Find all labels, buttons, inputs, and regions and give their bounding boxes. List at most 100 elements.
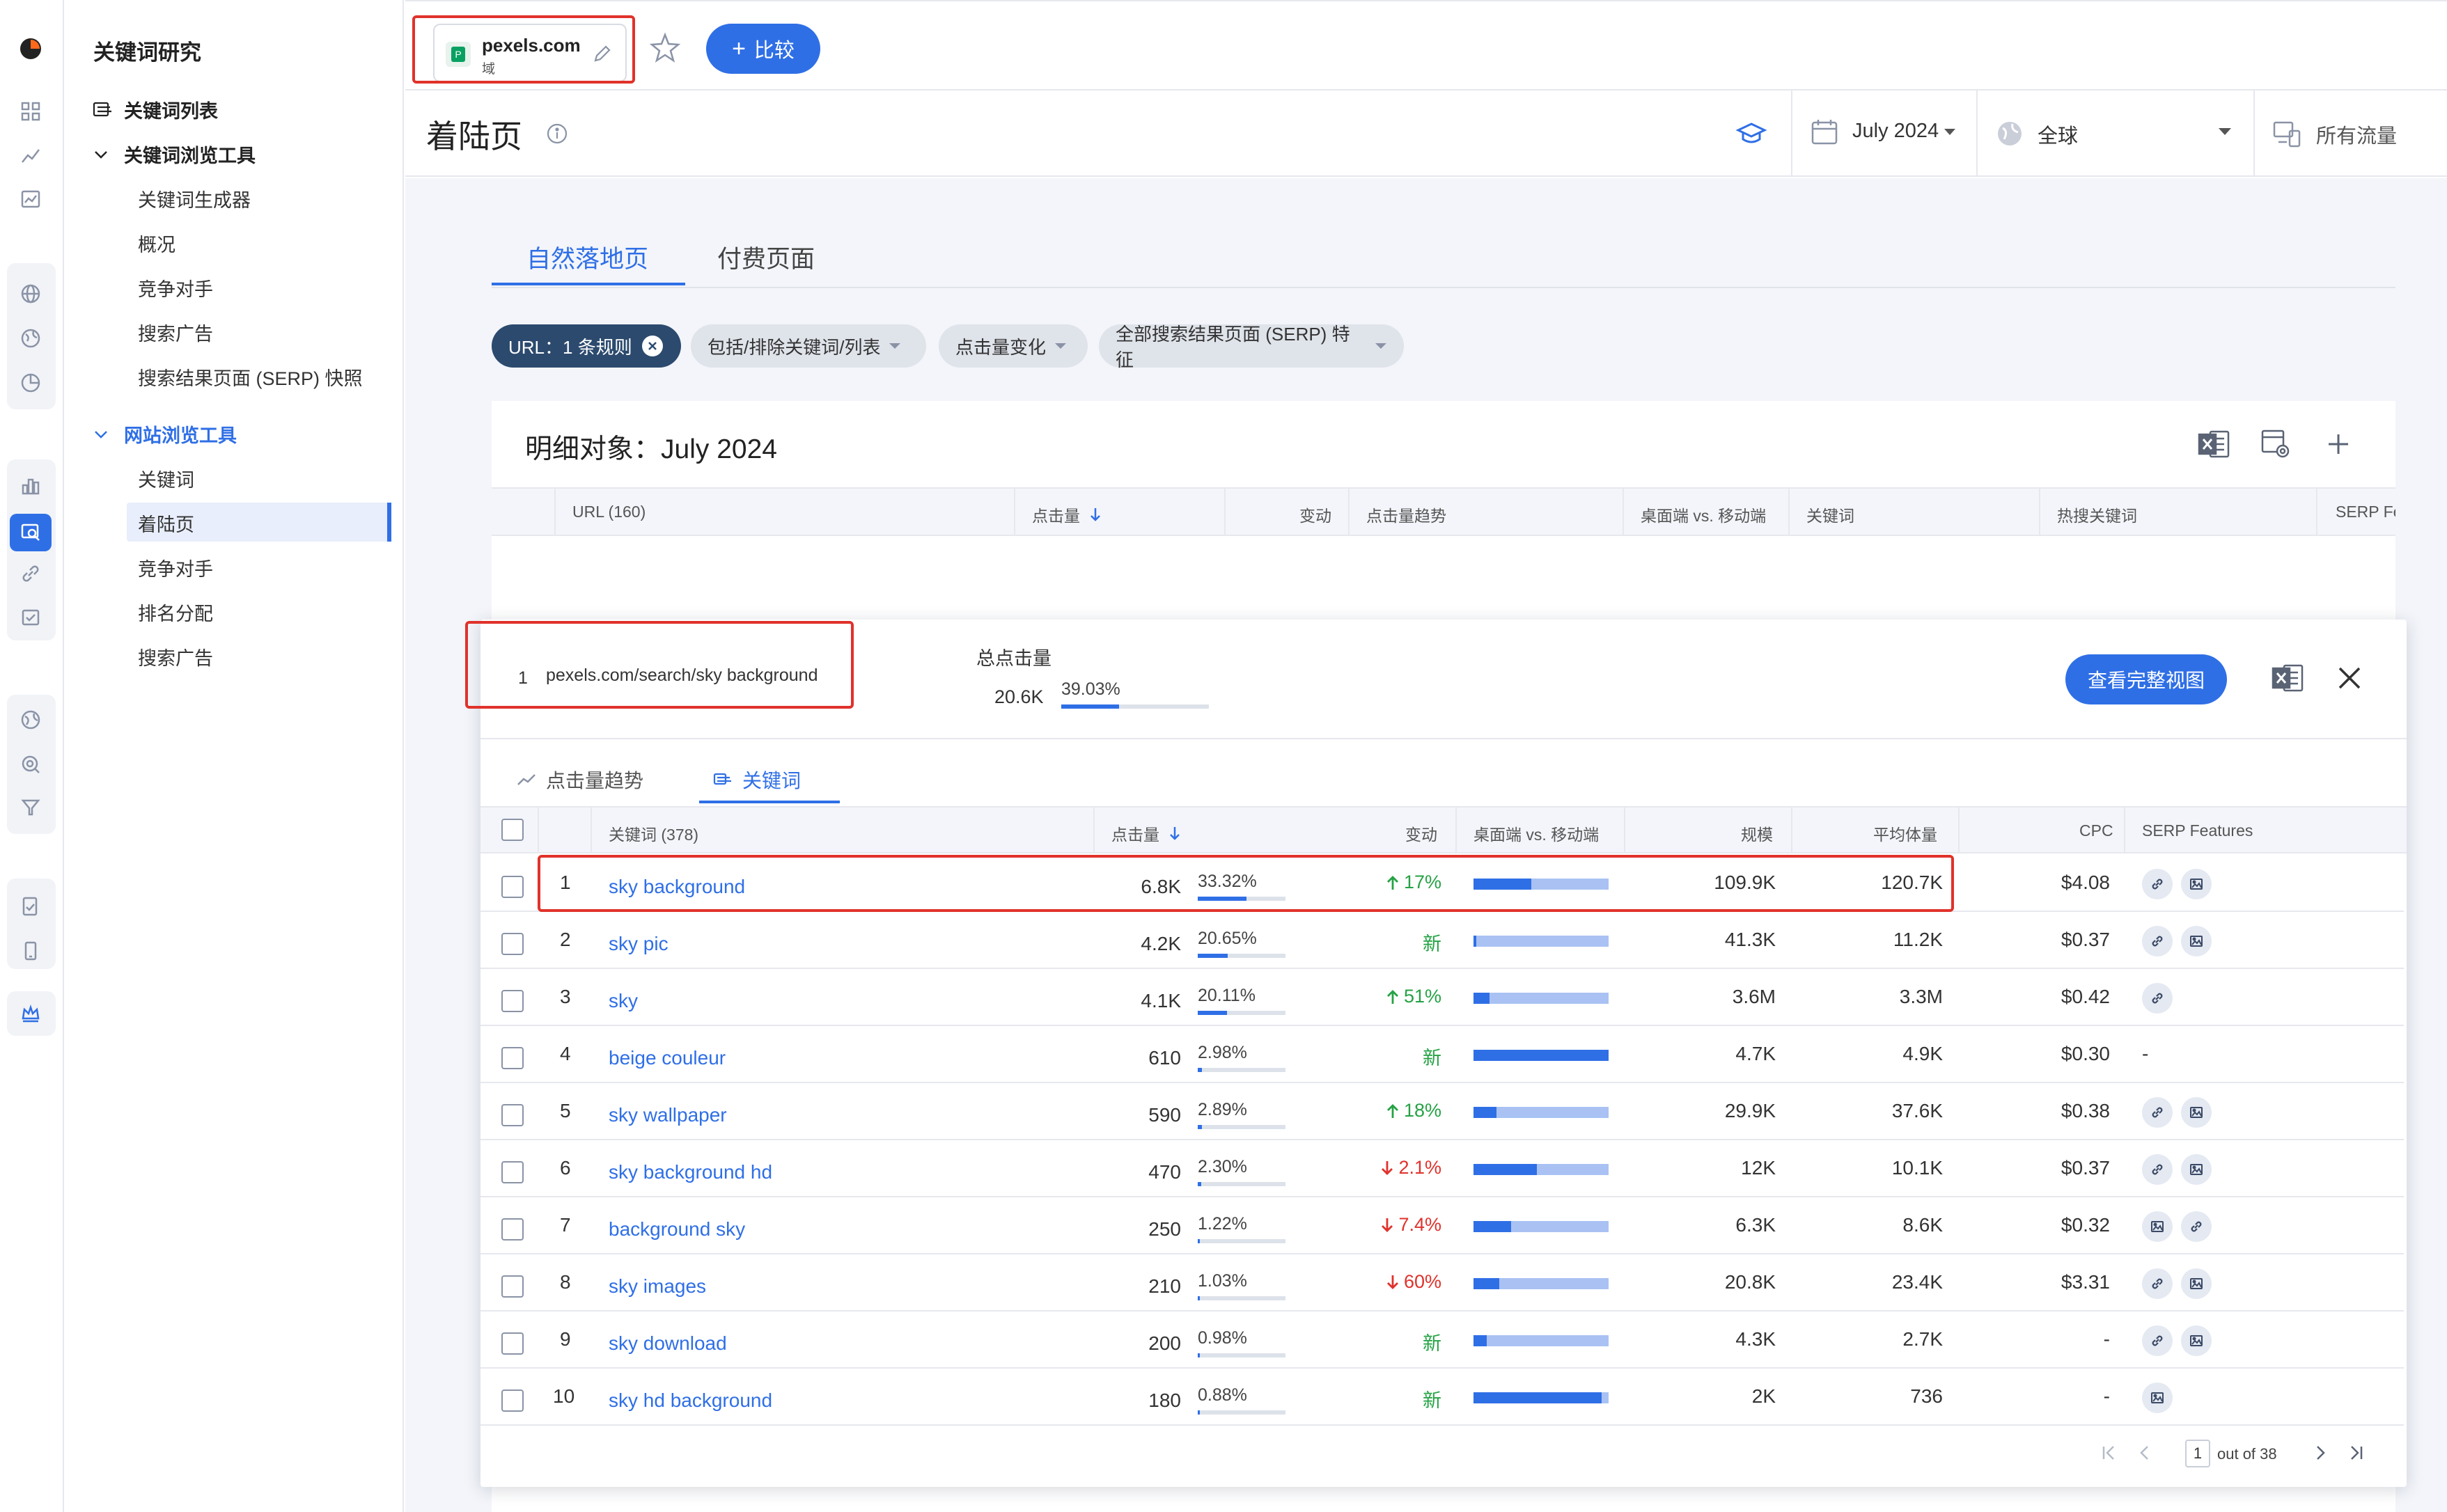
image-icon[interactable] [2181,1154,2212,1185]
sidebar-item-serp-snapshot[interactable]: 搜索结果页面 (SERP) 快照 [138,363,363,391]
row-checkbox[interactable] [501,1275,524,1298]
keyword-link[interactable]: sky download [609,1332,727,1355]
traffic-selector[interactable]: 所有流量 [2316,120,2397,149]
image-icon[interactable] [2181,869,2212,899]
content-check-icon[interactable] [15,891,46,922]
col-serp-features[interactable]: SERP Fe [2336,503,2395,521]
position-tracking-icon[interactable] [15,749,46,780]
filter-url-rule[interactable]: URL：1 条规则 [492,324,681,368]
last-page-icon[interactable] [2347,1444,2365,1462]
col-click-trend[interactable]: 点击量趋势 [1366,503,1446,526]
first-page-icon[interactable] [2100,1444,2118,1462]
region-value[interactable]: 全球 [2038,120,2078,149]
info-icon[interactable] [546,123,568,145]
link-icon[interactable] [2142,926,2173,956]
sidebar-item-landing-pages[interactable]: 着陆页 [138,510,194,537]
link-icon[interactable] [2142,1154,2173,1185]
image-icon[interactable] [2181,1268,2212,1299]
sidebar-item-keyword-list[interactable]: 关键词列表 [92,96,218,123]
image-icon[interactable] [2142,1383,2173,1413]
column-settings-icon[interactable] [2259,427,2294,462]
audit-icon[interactable] [15,603,46,633]
keyword-link[interactable]: beige couleur [609,1047,726,1069]
earth-icon[interactable] [15,323,46,354]
sidebar-item-search-ads[interactable]: 搜索广告 [138,319,213,346]
col-desktop-mobile[interactable]: 桌面端 vs. 移动端 [1641,503,1766,526]
keyword-link[interactable]: sky pic [609,933,669,955]
favorite-star-icon[interactable] [649,32,681,64]
row-checkbox[interactable] [501,876,524,898]
link-icon[interactable] [15,558,46,589]
semrush-logo-icon[interactable] [15,33,46,64]
link-icon[interactable] [2142,1325,2173,1356]
sidebar-item-overview[interactable]: 概况 [138,230,175,257]
keyword-link[interactable]: sky [609,990,638,1012]
row-checkbox[interactable] [501,933,524,955]
select-all-checkbox[interactable] [501,819,524,841]
sidebar-item-keywords[interactable]: 关键词 [138,465,194,492]
add-icon[interactable] [2323,429,2354,459]
report-icon[interactable] [15,184,46,214]
clear-filter-icon[interactable] [641,336,663,356]
sidebar-item-site-search-ads[interactable]: 搜索广告 [138,643,213,670]
date-selector[interactable]: July 2024 [1852,120,1957,143]
filter-icon[interactable] [15,792,46,823]
row-checkbox[interactable] [501,1104,524,1126]
sidebar-item-site-explorer[interactable]: 网站浏览工具 [93,420,237,448]
link-icon[interactable] [2142,1097,2173,1128]
col-top-keywords[interactable]: 热搜关键词 [2057,503,2137,526]
row-checkbox[interactable] [501,1332,524,1355]
row-checkbox[interactable] [501,1389,524,1412]
region-caret-down-icon[interactable] [2217,127,2233,136]
keyword-link[interactable]: sky wallpaper [609,1104,727,1126]
trend-icon[interactable] [15,141,46,171]
col-avg-volume[interactable]: 平均体量 [1873,821,1937,845]
pie-icon[interactable] [15,368,46,398]
sidebar-item-rank-distribution[interactable]: 排名分配 [138,599,213,626]
sidebar-item-keyword-generator[interactable]: 关键词生成器 [138,185,251,212]
filter-serp-features[interactable]: 全部搜索结果页面 (SERP) 特征 [1099,324,1404,370]
page-number-input[interactable]: 1 [2185,1440,2210,1467]
filter-click-change[interactable]: 点击量变化 [939,324,1088,368]
image-icon[interactable] [2142,1211,2173,1242]
map-globe-icon[interactable] [15,704,46,735]
link-icon[interactable] [2142,1268,2173,1299]
col-detail-desktop-mobile[interactable]: 桌面端 vs. 移动端 [1473,821,1599,845]
keyword-link[interactable]: sky images [609,1275,706,1298]
detail-excel-export-icon[interactable] [2270,661,2305,695]
filter-include-exclude[interactable]: 包括/排除关键词/列表 [691,324,926,368]
col-detail-change[interactable]: 变动 [1405,821,1437,845]
col-detail-clicks[interactable]: 点击量 [1111,821,1182,845]
col-serp[interactable]: SERP Features [2142,821,2253,840]
dashboard-icon[interactable] [15,96,46,127]
excel-export-icon[interactable] [2196,427,2231,461]
row-checkbox[interactable] [501,1161,524,1183]
image-icon[interactable] [2181,1097,2212,1128]
subtab-keywords[interactable]: 关键词 [713,766,801,794]
sidebar-item-competitors[interactable]: 竞争对手 [138,274,213,301]
link-icon[interactable] [2142,983,2173,1014]
tab-paid[interactable]: 付费页面 [717,239,815,275]
row-checkbox[interactable] [501,1047,524,1069]
col-scale[interactable]: 规模 [1741,821,1773,845]
compare-button[interactable]: + 比较 [706,24,820,74]
crown-icon[interactable] [15,998,46,1029]
link-icon[interactable] [2142,869,2173,899]
tab-organic[interactable]: 自然落地页 [526,239,648,275]
col-keywords[interactable]: 关键词 [1806,503,1854,526]
keyword-link[interactable]: sky hd background [609,1389,772,1412]
sidebar-item-site-competitors[interactable]: 竞争对手 [138,554,213,581]
col-clicks[interactable]: 点击量 [1032,503,1102,526]
image-icon[interactable] [2181,1325,2212,1356]
col-keyword[interactable]: 关键词 (378) [609,821,698,845]
academy-cap-icon[interactable] [1735,120,1767,148]
row-checkbox[interactable] [501,990,524,1012]
image-icon[interactable] [2181,926,2212,956]
next-page-icon[interactable] [2313,1444,2329,1462]
col-change[interactable]: 变动 [1299,503,1331,526]
col-url[interactable]: URL (160) [572,503,646,521]
keyword-link[interactable]: background sky [609,1218,745,1241]
col-cpc[interactable]: CPC [2079,821,2113,840]
globe-icon[interactable] [15,278,46,309]
landing-page-search-icon[interactable] [10,514,52,551]
